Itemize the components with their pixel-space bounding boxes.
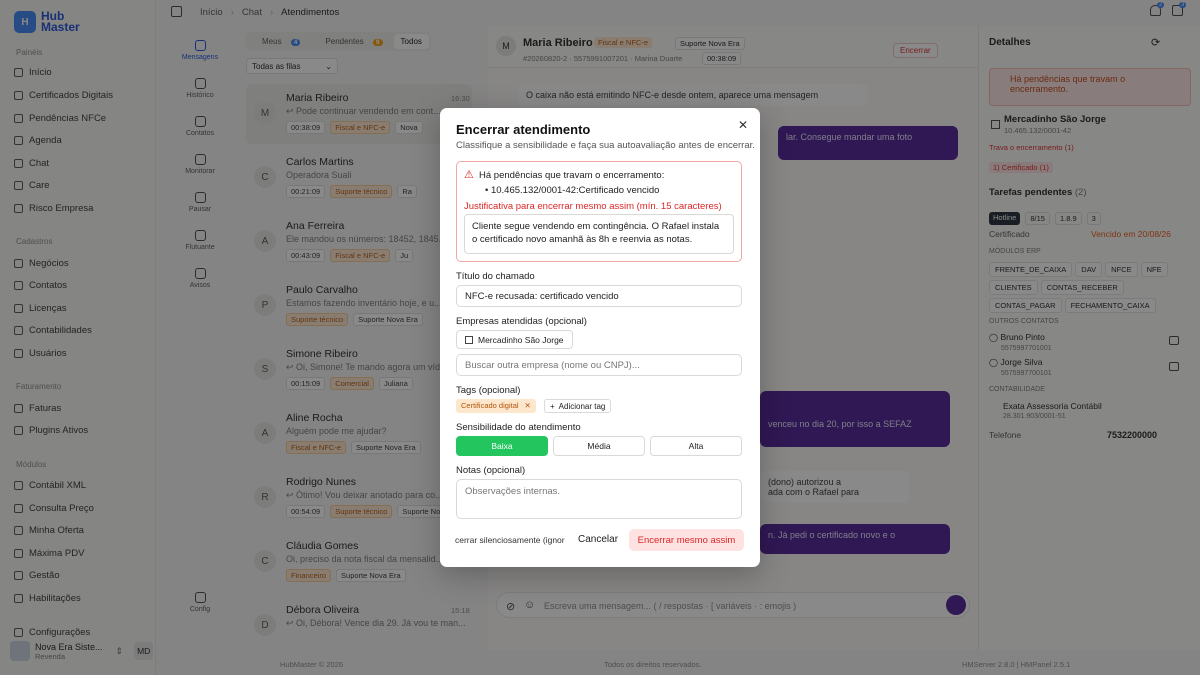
notes-label: Notas (opcional) [456,465,526,476]
justification-textarea[interactable]: Cliente segue vendendo em contingência. … [464,214,734,254]
sensitivity-medium-button[interactable]: Média [553,436,645,456]
tag-chip[interactable]: Certificado digital ✕ [456,399,536,413]
silent-close-option[interactable]: cerrar silenciosamente (ignor [455,535,565,545]
sensitivity-label: Sensibilidade do atendimento [456,422,581,433]
warning-title: Há pendências que travam o encerramento: [479,170,665,181]
justification-label: Justificativa para encerrar mesmo assim … [464,201,722,212]
notes-textarea[interactable]: Observações internas. [456,479,742,519]
plus-icon: + [550,401,555,411]
add-tag-button[interactable]: + Adicionar tag [544,399,612,413]
alert-triangle-icon: ⚠ [464,169,474,181]
remove-tag-icon[interactable]: ✕ [525,401,531,411]
ticket-title-label: Título do chamado [456,271,535,282]
close-icon[interactable]: ✕ [738,118,748,132]
pending-warning: ⚠ Há pendências que travam o encerrament… [456,161,742,262]
sensitivity-low-button[interactable]: Baixa [456,436,548,456]
confirm-close-button[interactable]: Encerrar mesmo assim [629,529,744,551]
modal-subtitle: Classifique a sensibilidade e faça sua a… [456,140,755,151]
close-ticket-modal: Encerrar atendimento Classifique a sensi… [440,108,760,567]
company-chip[interactable]: Mercadinho São Jorge [456,330,573,349]
ticket-title-input[interactable]: NFC-e recusada: certificado vencido [456,285,742,307]
building-icon [465,335,473,344]
company-search-input[interactable]: Buscar outra empresa (nome ou CNPJ)... [456,354,742,376]
warning-item: • 10.465.132/0001-42:Certificado vencido [485,185,660,196]
sensitivity-high-button[interactable]: Alta [650,436,742,456]
companies-label: Empresas atendidas (opcional) [456,316,587,327]
tags-label: Tags (opcional) [456,385,521,396]
cancel-button[interactable]: Cancelar [578,534,618,545]
modal-title: Encerrar atendimento [456,122,591,137]
